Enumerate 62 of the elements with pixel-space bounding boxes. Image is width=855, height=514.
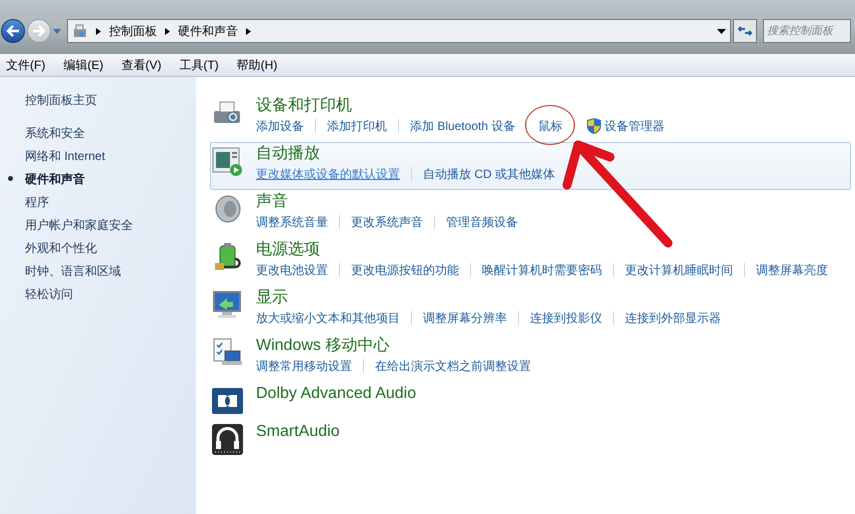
category-link[interactable]: 管理音频设备 <box>446 213 518 231</box>
shield-icon <box>587 118 602 134</box>
breadcrumb[interactable]: 控制面板 <box>109 22 157 40</box>
breadcrumb-arrow-icon <box>246 28 251 34</box>
sidebar-item[interactable]: 时钟、语言和区域 <box>25 262 121 280</box>
category-title[interactable]: 设备和打印机 <box>256 95 664 117</box>
sidebar-item[interactable]: 用户帐户和家庭安全 <box>25 216 133 234</box>
sidebar-item[interactable]: 外观和个性化 <box>25 238 97 256</box>
menu-item[interactable]: 查看(V) <box>121 56 162 74</box>
back-arrow-icon <box>6 25 20 37</box>
refresh-button[interactable] <box>733 19 757 43</box>
category-link[interactable]: 添加打印机 <box>327 117 387 135</box>
back-button[interactable] <box>1 19 25 43</box>
breadcrumb-arrow-icon <box>165 28 170 34</box>
category-link[interactable]: 调整常用移动设置 <box>256 357 352 375</box>
sidebar-item[interactable]: 网络和 Internet <box>25 146 106 164</box>
category-link[interactable]: 连接到外部显示器 <box>625 309 721 327</box>
category-link[interactable]: 在给出演示文档之前调整设置 <box>375 357 531 375</box>
breadcrumb-arrow-icon <box>96 28 101 34</box>
category-link[interactable]: 调整屏幕分辨率 <box>423 309 507 327</box>
category-link[interactable]: 更改计算机睡眠时间 <box>625 261 733 279</box>
sidebar-item[interactable]: 轻松访问 <box>25 284 73 302</box>
category-title[interactable]: 自动播放 <box>256 143 555 165</box>
sidebar-item[interactable]: 程序 <box>25 192 49 210</box>
menu-item[interactable]: 文件(F) <box>6 56 46 74</box>
address-bar[interactable]: 控制面板 硬件和声音 <box>67 19 731 43</box>
category-link[interactable]: 自动播放 CD 或其他媒体 <box>423 165 555 183</box>
sidebar-item[interactable]: 硬件和声音 <box>25 170 85 188</box>
category-link[interactable]: 设备管理器 <box>604 117 664 135</box>
sidebar-home-link[interactable]: 控制面板主页 <box>25 91 196 111</box>
category-link[interactable]: 鼠标 <box>538 119 562 133</box>
category-link[interactable]: 添加 Bluetooth 设备 <box>410 117 516 135</box>
forward-arrow-icon <box>32 25 46 37</box>
breadcrumb[interactable]: 硬件和声音 <box>178 22 238 40</box>
category-link[interactable]: 唤醒计算机时需要密码 <box>482 261 602 279</box>
refresh-arrows-icon <box>738 25 752 37</box>
category-link[interactable]: 连接到投影仪 <box>530 309 602 327</box>
category-title[interactable]: 声音 <box>256 191 518 213</box>
caret-icon <box>53 28 61 34</box>
category-link[interactable]: 更改电源按钮的功能 <box>351 261 459 279</box>
category-link[interactable]: 更改系统声音 <box>351 213 423 231</box>
category-title[interactable]: Windows 移动中心 <box>256 335 531 357</box>
sidebar-item[interactable]: 系统和安全 <box>25 124 85 142</box>
menu-item[interactable]: 编辑(E) <box>63 56 104 74</box>
menu-item[interactable]: 工具(T) <box>179 56 219 74</box>
dropdown-icon[interactable] <box>717 28 726 34</box>
category-title[interactable]: SmartAudio <box>256 421 340 443</box>
category-title[interactable]: 电源选项 <box>256 239 828 261</box>
category-link[interactable]: 添加设备 <box>256 117 304 135</box>
highlighted-category-panel[interactable]: 自动播放 更改媒体或设备的默认设置 自动播放 CD 或其他媒体 <box>210 142 851 190</box>
category-link[interactable]: 调整系统音量 <box>256 213 328 231</box>
category-link[interactable]: 放大或缩小文本和其他项目 <box>256 309 400 327</box>
headphones-icon[interactable] <box>211 423 244 456</box>
category-link[interactable]: 调整屏幕亮度 <box>756 261 828 279</box>
control-panel-icon <box>72 23 88 39</box>
search-field[interactable]: 搜索控制面板 <box>763 19 851 43</box>
category-title[interactable]: Dolby Advanced Audio <box>256 383 416 405</box>
autoplay-window-icon[interactable] <box>211 145 244 178</box>
menu-item[interactable]: 帮助(H) <box>236 56 278 74</box>
category-link[interactable]: 更改电池设置 <box>256 261 328 279</box>
category-link[interactable]: 更改媒体或设备的默认设置 <box>256 165 400 183</box>
category-title[interactable]: 显示 <box>256 287 721 309</box>
